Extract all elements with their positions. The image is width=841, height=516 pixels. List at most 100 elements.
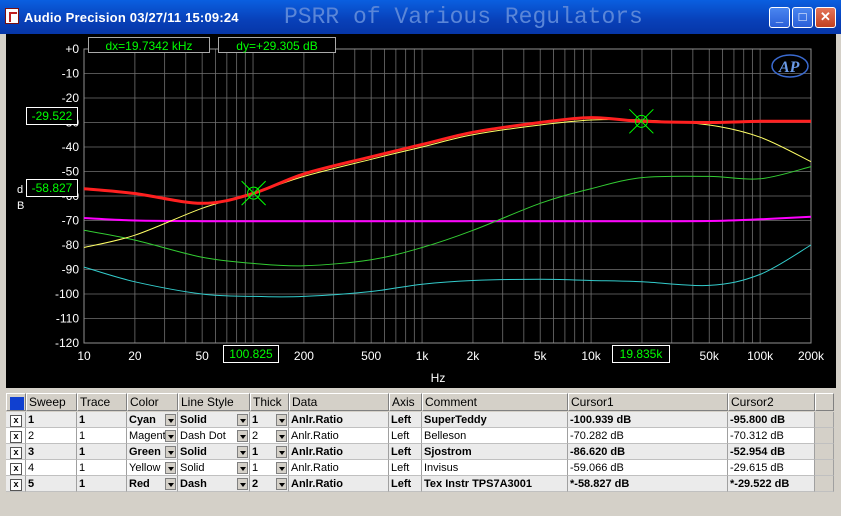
y-tick-label: -10 xyxy=(62,67,80,81)
header-sweep[interactable]: Sweep xyxy=(26,393,77,411)
cell-color[interactable]: Magenta xyxy=(127,428,178,444)
cell-style[interactable]: Dash Dot xyxy=(178,428,250,444)
select-all-cell[interactable] xyxy=(6,393,26,411)
cell-comment[interactable]: Tex Instr TPS7A3001 xyxy=(422,476,568,492)
dropdown-arrow-icon[interactable] xyxy=(276,430,287,442)
cell-color[interactable]: Red xyxy=(127,476,178,492)
cell-thick[interactable]: 1 xyxy=(250,444,289,460)
header-axis[interactable]: Axis xyxy=(389,393,422,411)
row-enable-cell[interactable]: x xyxy=(6,444,26,460)
header-line-style[interactable]: Line Style xyxy=(178,393,250,411)
header-comment[interactable]: Comment xyxy=(422,393,568,411)
close-button[interactable]: ✕ xyxy=(815,7,836,28)
dropdown-arrow-icon[interactable] xyxy=(165,462,176,474)
x-tick-label: 200k xyxy=(798,349,825,363)
graph-area[interactable]: +0-10-20-30-40-50-60-70-80-90-100-110-12… xyxy=(6,34,836,388)
dropdown-arrow-icon[interactable] xyxy=(276,414,287,426)
row-spacer xyxy=(815,428,834,444)
cell-comment[interactable]: Invisus xyxy=(422,460,568,476)
cell-c1-text: -70.282 dB xyxy=(570,430,624,442)
cell-color[interactable]: Green xyxy=(127,444,178,460)
cell-c1: -100.939 dB xyxy=(568,412,728,428)
title-bar: Audio Precision 03/27/11 15:09:24 PSRR o… xyxy=(0,0,841,34)
x-tick-label: 50k xyxy=(700,349,720,363)
sweep-table[interactable]: Sweep Trace Color Line Style Thick Data … xyxy=(6,391,836,511)
cell-comment[interactable]: Sjostrom xyxy=(422,444,568,460)
dropdown-arrow-icon[interactable] xyxy=(276,478,287,490)
dropdown-arrow-icon[interactable] xyxy=(237,430,248,442)
row-enable-cell[interactable]: x xyxy=(6,428,26,444)
y-tick-label: +0 xyxy=(65,42,79,56)
table-row[interactable]: x 4 1 Yellow Solid 1 Anlr.Ratio Left Invisus -59.… xyxy=(6,460,834,476)
cursor2-y-label: -29.522 xyxy=(26,107,78,125)
dropdown-arrow-icon[interactable] xyxy=(237,414,248,426)
cell-comment[interactable]: SuperTeddy xyxy=(422,412,568,428)
cell-style[interactable]: Dash xyxy=(178,476,250,492)
cell-color[interactable]: Cyan xyxy=(127,412,178,428)
dropdown-arrow-icon[interactable] xyxy=(276,462,287,474)
cell-c1: -70.282 dB xyxy=(568,428,728,444)
cell-axis-text: Left xyxy=(391,414,412,426)
cell-comment-text: Sjostrom xyxy=(424,446,472,458)
dropdown-arrow-icon[interactable] xyxy=(237,446,248,458)
row-enable-cell[interactable]: x xyxy=(6,412,26,428)
header-trace[interactable]: Trace xyxy=(77,393,127,411)
cell-style[interactable]: Solid xyxy=(178,412,250,428)
enable-checkbox[interactable]: x xyxy=(10,463,22,475)
table-row[interactable]: x 3 1 Green Solid 1 Anlr.Ratio Left Sjostrom -86.… xyxy=(6,444,834,460)
cell-style[interactable]: Solid xyxy=(178,460,250,476)
enable-checkbox[interactable]: x xyxy=(10,431,22,443)
header-cursor2[interactable]: Cursor2 xyxy=(728,393,815,411)
dropdown-arrow-icon[interactable] xyxy=(165,430,176,442)
y-tick-label: -80 xyxy=(62,238,80,252)
dropdown-arrow-icon[interactable] xyxy=(165,478,176,490)
dropdown-arrow-icon[interactable] xyxy=(165,414,176,426)
enable-checkbox[interactable]: x xyxy=(10,447,22,459)
dropdown-arrow-icon[interactable] xyxy=(237,462,248,474)
cell-c2: -70.312 dB xyxy=(728,428,815,444)
x-tick-label: 10k xyxy=(581,349,601,363)
row-enable-cell[interactable]: x xyxy=(6,476,26,492)
cell-color[interactable]: Yellow xyxy=(127,460,178,476)
header-thick[interactable]: Thick xyxy=(250,393,289,411)
y-tick-label: -70 xyxy=(62,214,80,228)
x-tick-label: 10 xyxy=(77,349,91,363)
cell-thick-text: 1 xyxy=(252,446,259,458)
dropdown-arrow-icon[interactable] xyxy=(276,446,287,458)
cell-data-text: Anlr.Ratio xyxy=(291,414,343,426)
cell-c2: -29.615 dB xyxy=(728,460,815,476)
cell-comment[interactable]: Belleson xyxy=(422,428,568,444)
header-cursor1[interactable]: Cursor1 xyxy=(568,393,728,411)
dropdown-arrow-icon[interactable] xyxy=(237,478,248,490)
window-title: Audio Precision 03/27/11 15:09:24 xyxy=(24,10,239,25)
enable-checkbox[interactable]: x xyxy=(10,415,22,427)
table-row[interactable]: x 1 1 Cyan Solid 1 Anlr.Ratio Left SuperTeddy -10… xyxy=(6,412,834,428)
dropdown-arrow-icon[interactable] xyxy=(165,446,176,458)
header-color[interactable]: Color xyxy=(127,393,178,411)
maximize-button[interactable]: □ xyxy=(792,7,813,28)
y-tick-label: -120 xyxy=(55,336,79,350)
x-tick-label: 20 xyxy=(128,349,142,363)
cell-comment-text: Tex Instr TPS7A3001 xyxy=(424,478,533,490)
cell-thick[interactable]: 1 xyxy=(250,412,289,428)
cell-sweep: 1 xyxy=(26,412,77,428)
y-tick-label: -90 xyxy=(62,263,80,277)
cell-style[interactable]: Solid xyxy=(178,444,250,460)
cell-thick[interactable]: 2 xyxy=(250,428,289,444)
cell-thick[interactable]: 2 xyxy=(250,476,289,492)
ap-logo-text: AP xyxy=(778,59,800,76)
app-icon xyxy=(5,8,19,24)
header-data[interactable]: Data xyxy=(289,393,389,411)
cell-c1: *-58.827 dB xyxy=(568,476,728,492)
cell-c1-text: *-58.827 dB xyxy=(570,478,630,490)
cell-data: Anlr.Ratio xyxy=(289,444,389,460)
x-tick-label: 100k xyxy=(747,349,774,363)
enable-checkbox[interactable]: x xyxy=(10,479,22,491)
table-row[interactable]: x 5 1 Red Dash 2 Anlr.Ratio Left Tex Instr TPS7A… xyxy=(6,476,834,492)
cell-color-text: Cyan xyxy=(129,414,156,426)
minimize-button[interactable]: _ xyxy=(769,7,790,28)
row-enable-cell[interactable]: x xyxy=(6,460,26,476)
table-row[interactable]: x 2 1 Magenta Dash Dot 2 Anlr.Ratio Left Belleso… xyxy=(6,428,834,444)
psrr-chart[interactable]: +0-10-20-30-40-50-60-70-80-90-100-110-12… xyxy=(6,34,836,388)
cell-thick[interactable]: 1 xyxy=(250,460,289,476)
